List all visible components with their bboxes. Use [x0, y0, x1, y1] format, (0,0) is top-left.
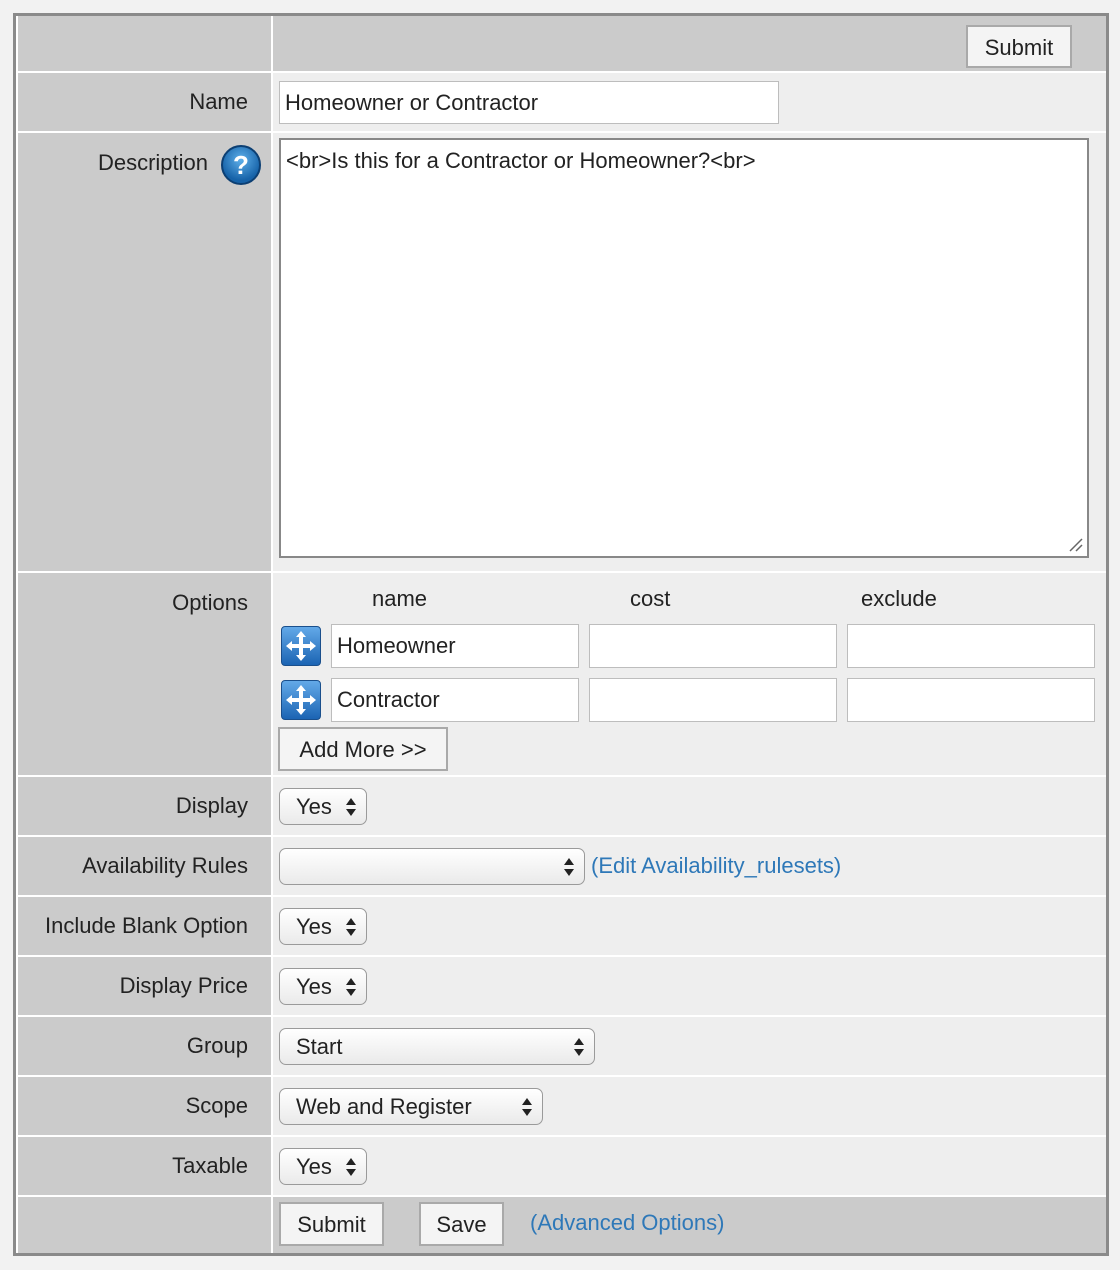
top-row-value-cell: Submit — [273, 16, 1106, 71]
scope-label: Scope — [185, 1093, 248, 1118]
name-label-cell: Name — [18, 73, 271, 131]
select-arrows-icon — [346, 977, 356, 997]
options-header-cost: cost — [630, 586, 671, 611]
options-row: Options name cost exclude Homeowner Cont… — [16, 573, 1106, 775]
name-row: Name Homeowner or Contractor — [16, 73, 1106, 131]
select-arrows-icon — [522, 1097, 532, 1117]
scope-select-value: Web and Register — [296, 1094, 472, 1119]
select-arrows-icon — [564, 857, 574, 877]
name-label: Name — [189, 89, 248, 114]
top-submit-button[interactable]: Submit — [966, 25, 1072, 68]
add-more-button[interactable]: Add More >> — [278, 727, 448, 771]
save-button[interactable]: Save — [419, 1202, 504, 1246]
select-arrows-icon — [346, 797, 356, 817]
options-header-exclude: exclude — [861, 586, 937, 611]
display-label: Display — [175, 793, 248, 818]
top-row-label-cell — [18, 16, 271, 71]
resize-handle-icon[interactable] — [1068, 537, 1084, 553]
options-label: Options — [172, 590, 248, 615]
group-select-value: Start — [296, 1034, 343, 1059]
select-arrows-icon — [346, 917, 356, 937]
group-label: Group — [186, 1033, 248, 1058]
display-row: Display Yes — [16, 777, 1106, 835]
taxable-label: Taxable — [172, 1153, 248, 1178]
include-blank-select[interactable]: Yes — [279, 908, 367, 945]
scope-value-cell: Web and Register — [273, 1077, 1106, 1135]
scope-label-cell: Scope — [18, 1077, 271, 1135]
display-select-value: Yes — [296, 794, 332, 819]
include-blank-label: Include Blank Option — [44, 913, 248, 938]
display-price-label: Display Price — [119, 973, 248, 998]
top-row: Submit — [16, 16, 1106, 71]
group-label-cell: Group — [18, 1017, 271, 1075]
options-label-cell: Options — [18, 573, 271, 775]
availability-label-cell: Availability Rules — [18, 837, 271, 895]
display-label-cell: Display — [18, 777, 271, 835]
footer-submit-button[interactable]: Submit — [279, 1202, 384, 1246]
option-cost-input[interactable] — [589, 624, 837, 668]
select-arrows-icon — [574, 1037, 584, 1057]
display-select[interactable]: Yes — [279, 788, 367, 825]
availability-value-cell: (Edit Availability_rulesets) — [273, 837, 1106, 895]
scope-select[interactable]: Web and Register — [279, 1088, 543, 1125]
display-price-label-cell: Display Price — [18, 957, 271, 1015]
availability-row: Availability Rules (Edit Availability_ru… — [16, 837, 1106, 895]
include-blank-label-cell: Include Blank Option — [18, 897, 271, 955]
include-blank-select-value: Yes — [296, 914, 332, 939]
group-value-cell: Start — [273, 1017, 1106, 1075]
footer-label-cell — [18, 1197, 271, 1253]
help-question-icon[interactable]: ? — [221, 145, 261, 185]
scope-row: Scope Web and Register — [16, 1077, 1106, 1135]
availability-select[interactable] — [279, 848, 585, 885]
help-icon-glyph: ? — [233, 150, 249, 180]
include-blank-row: Include Blank Option Yes — [16, 897, 1106, 955]
taxable-select-value: Yes — [296, 1154, 332, 1179]
taxable-label-cell: Taxable — [18, 1137, 271, 1195]
description-textarea[interactable]: <br>Is this for a Contractor or Homeowne… — [279, 138, 1089, 558]
display-price-value-cell: Yes — [273, 957, 1106, 1015]
display-value-cell: Yes — [273, 777, 1106, 835]
option-cost-input[interactable] — [589, 678, 837, 722]
taxable-row: Taxable Yes — [16, 1137, 1106, 1195]
edit-availability-link[interactable]: (Edit Availability_rulesets) — [591, 853, 841, 879]
select-arrows-icon — [346, 1157, 356, 1177]
option-name-input[interactable]: Homeowner — [331, 624, 579, 668]
group-select[interactable]: Start — [279, 1028, 595, 1065]
option-name-input[interactable]: Contractor — [331, 678, 579, 722]
description-label-cell: Description ? — [18, 133, 271, 571]
display-price-select-value: Yes — [296, 974, 332, 999]
description-label: Description — [97, 150, 208, 175]
form-container: Submit Name Homeowner or Contractor Desc… — [13, 13, 1109, 1256]
move-arrows-icon[interactable] — [281, 626, 321, 666]
description-row: Description ? <br>Is this for a Contract… — [16, 133, 1106, 571]
group-row: Group Start — [16, 1017, 1106, 1075]
option-exclude-input[interactable] — [847, 624, 1095, 668]
footer-row: Submit Save (Advanced Options) — [16, 1197, 1106, 1253]
display-price-select[interactable]: Yes — [279, 968, 367, 1005]
options-value-cell: name cost exclude Homeowner Contractor A… — [273, 573, 1106, 775]
move-arrows-icon[interactable] — [281, 680, 321, 720]
description-value-cell: <br>Is this for a Contractor or Homeowne… — [273, 133, 1106, 571]
options-header-name: name — [372, 586, 428, 611]
display-price-row: Display Price Yes — [16, 957, 1106, 1015]
taxable-value-cell: Yes — [273, 1137, 1106, 1195]
taxable-select[interactable]: Yes — [279, 1148, 367, 1185]
include-blank-value-cell: Yes — [273, 897, 1106, 955]
availability-label: Availability Rules — [82, 853, 248, 878]
footer-value-cell: Submit Save (Advanced Options) — [273, 1197, 1106, 1253]
option-exclude-input[interactable] — [847, 678, 1095, 722]
name-value-cell: Homeowner or Contractor — [273, 73, 1106, 131]
advanced-options-link[interactable]: (Advanced Options) — [530, 1210, 724, 1236]
name-input[interactable]: Homeowner or Contractor — [279, 81, 779, 124]
